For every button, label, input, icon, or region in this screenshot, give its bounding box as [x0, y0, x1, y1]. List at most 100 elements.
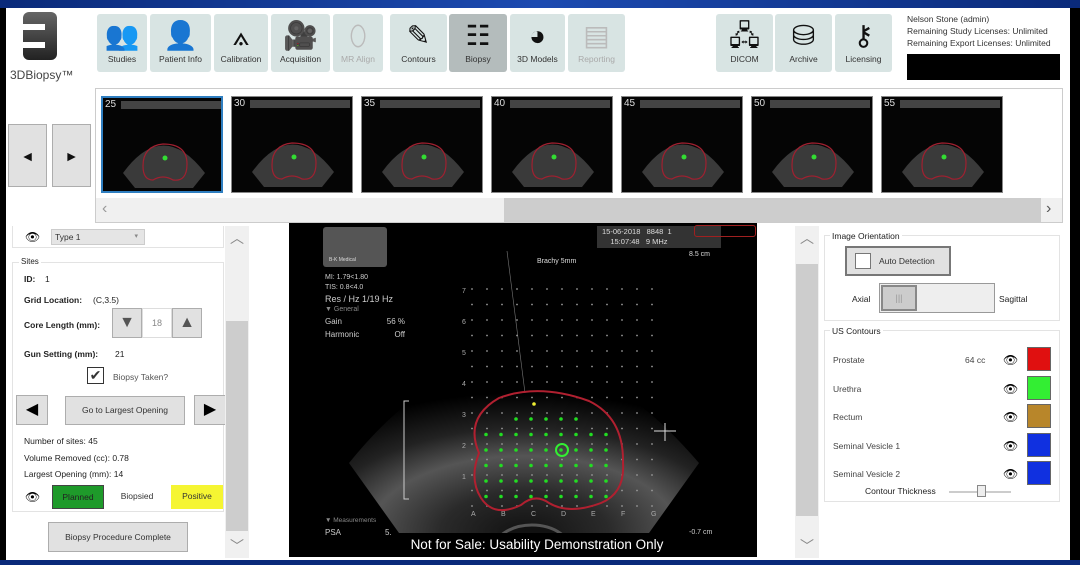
thumbnail-frame-55[interactable]: 55	[881, 96, 1003, 193]
toolbar-reporting-button[interactable]: ▤ Reporting	[568, 14, 625, 72]
legend-planned: Planned	[52, 485, 104, 509]
right-scrollbar[interactable]: ︿ ﹀	[795, 226, 819, 558]
toolbar-mr-align-button[interactable]: ⬯ MR Align	[333, 14, 383, 72]
eye-icon[interactable]: 👁	[1003, 439, 1018, 453]
grid-dot	[486, 288, 488, 290]
grid-row-label: 1	[462, 474, 466, 481]
scroll-down-icon[interactable]: ﹀	[225, 536, 249, 556]
grid-dot	[606, 334, 608, 337]
grid-dot	[591, 443, 593, 445]
id-label: ID:	[24, 274, 36, 284]
core-length-increase-button[interactable]: ▲	[172, 308, 202, 338]
id-value: 1	[45, 274, 50, 284]
legend-biopsied: Biopsied	[120, 491, 154, 501]
biopsy-icon: ☷	[465, 20, 491, 51]
report-icon: ▤	[583, 20, 610, 51]
scrollbar-thumb[interactable]	[504, 198, 1041, 222]
toolbar-studies-button[interactable]: 👥 Studies	[97, 14, 147, 72]
contour-color-swatch[interactable]	[1027, 432, 1051, 457]
contour-name: Urethra	[833, 383, 862, 394]
thumbnail-frame-45[interactable]: 45	[621, 96, 743, 193]
grid-dot	[636, 505, 638, 507]
auto-detection-checkbox[interactable]	[855, 253, 871, 269]
grid-dot	[606, 303, 608, 306]
orientation-toggle[interactable]: |||	[879, 283, 995, 313]
eye-icon[interactable]: 👁	[1003, 353, 1018, 367]
contour-name: Prostate	[833, 355, 865, 365]
grid-dot	[546, 427, 548, 430]
planned-site	[529, 417, 533, 421]
go-to-largest-opening-button[interactable]: Go to Largest Opening	[65, 396, 185, 425]
thumbnail-image	[770, 100, 870, 187]
contour-color-swatch[interactable]	[1027, 404, 1051, 428]
scroll-up-icon[interactable]: ︿	[795, 228, 819, 248]
grid-dot	[591, 458, 593, 461]
thumbnail-frame-50[interactable]: 50	[751, 96, 873, 193]
grid-dot	[471, 334, 473, 337]
general-section[interactable]: ▼ General	[325, 305, 405, 315]
eye-icon[interactable]: 👁	[1003, 467, 1018, 481]
toolbar-acquisition-button[interactable]: 🎥 Acquisition	[271, 14, 330, 72]
thumbnail-frame-35[interactable]: 35	[361, 96, 483, 193]
toolbar-archive-button[interactable]: ⛁ Archive	[775, 14, 832, 72]
depth-top: 8.5 cm	[689, 251, 711, 258]
next-site-button[interactable]: ▶	[194, 395, 226, 425]
toolbar-dicom-button[interactable]: 🖧 DICOM	[716, 14, 773, 72]
next-frame-button[interactable]: ►	[52, 124, 91, 187]
grid-dot	[621, 365, 623, 368]
type-select[interactable]: Type 1 ▾	[51, 229, 145, 245]
contour-thickness-slider[interactable]	[949, 485, 1011, 497]
auto-detection-label: Auto Detection	[879, 256, 935, 266]
grid-location-label: Grid Location:	[24, 295, 83, 305]
toolbar-patient-info-button[interactable]: 👤 Patient Info	[150, 14, 211, 72]
contour-color-swatch[interactable]	[1027, 347, 1051, 371]
grid-dot	[651, 505, 653, 507]
core-length-decrease-button[interactable]: ▼	[112, 308, 142, 338]
grid-dot	[471, 489, 473, 492]
scrollbar-thumb[interactable]	[796, 264, 818, 516]
eye-icon[interactable]: 👁	[1003, 410, 1018, 424]
scrollbar-thumb[interactable]	[226, 321, 248, 531]
grid-dot	[531, 474, 533, 476]
eye-icon[interactable]: 👁	[1003, 382, 1018, 396]
thumbnail-frame-40[interactable]: 40	[491, 96, 613, 193]
ultrasound-view[interactable]: 7 6 5 4 3 2 1 A B C D E F G B-K Medical 15-06-2018 88…	[289, 223, 757, 557]
biopsy-procedure-complete-button[interactable]: Biopsy Procedure Complete	[48, 522, 188, 552]
grid-dot	[486, 474, 488, 476]
core-length-label: Core Length (mm):	[24, 320, 101, 330]
toolbar-3d-models-button[interactable]: ◕ 3D Models	[510, 14, 565, 72]
core-length-input[interactable]: 18	[142, 308, 172, 338]
slider-handle[interactable]	[977, 485, 986, 497]
thumbnail-scrollbar[interactable]: ‹ ›	[96, 198, 1062, 222]
legend-eye-icon[interactable]: 👁	[25, 490, 40, 504]
contour-color-swatch[interactable]	[1027, 375, 1051, 400]
eye-icon[interactable]: 👁	[25, 230, 40, 244]
grid-dot	[471, 412, 473, 414]
planned-site	[514, 448, 518, 452]
left-panel-scrollbar[interactable]: ︿ ﹀	[225, 226, 249, 558]
grid-row-label: 5	[462, 350, 466, 357]
toggle-handle[interactable]: |||	[881, 285, 917, 311]
scroll-up-icon[interactable]: ︿	[225, 228, 249, 248]
planned-site	[514, 479, 518, 483]
toolbar-licensing-button[interactable]: ⚷ Licensing	[835, 14, 892, 72]
prev-frame-button[interactable]: ◄	[8, 124, 47, 187]
toolbar-biopsy-button[interactable]: ☷ Biopsy	[449, 14, 507, 72]
gun-setting-value: 21	[115, 349, 125, 359]
biopsy-taken-checkbox[interactable]: ✔	[87, 367, 104, 384]
toolbar-calibration-button[interactable]: ⟑ Calibration	[214, 14, 268, 72]
thumbnail-frame-25[interactable]: 25	[101, 96, 223, 193]
scroll-left-icon[interactable]: ‹	[102, 200, 107, 218]
scroll-down-icon[interactable]: ﹀	[795, 536, 819, 556]
toolbar-contours-button[interactable]: ✎ Contours	[390, 14, 447, 72]
us-contours-group: US Contours Prostate 64 cc 👁 Urethra 👁 Rectum…	[824, 326, 1060, 502]
scroll-right-icon[interactable]: ›	[1046, 200, 1051, 218]
auto-detection-button[interactable]: Auto Detection	[845, 246, 951, 276]
contour-color-swatch[interactable]	[1027, 461, 1051, 485]
measurements-section[interactable]: ▼ Measurements	[325, 517, 376, 524]
mi-value: MI: 1.79<1.80	[325, 274, 369, 281]
thumbnail-frame-30[interactable]: 30	[231, 96, 353, 193]
previous-site-button[interactable]: ◀	[16, 395, 48, 425]
planned-site	[574, 463, 578, 468]
grid-dot	[651, 319, 653, 321]
